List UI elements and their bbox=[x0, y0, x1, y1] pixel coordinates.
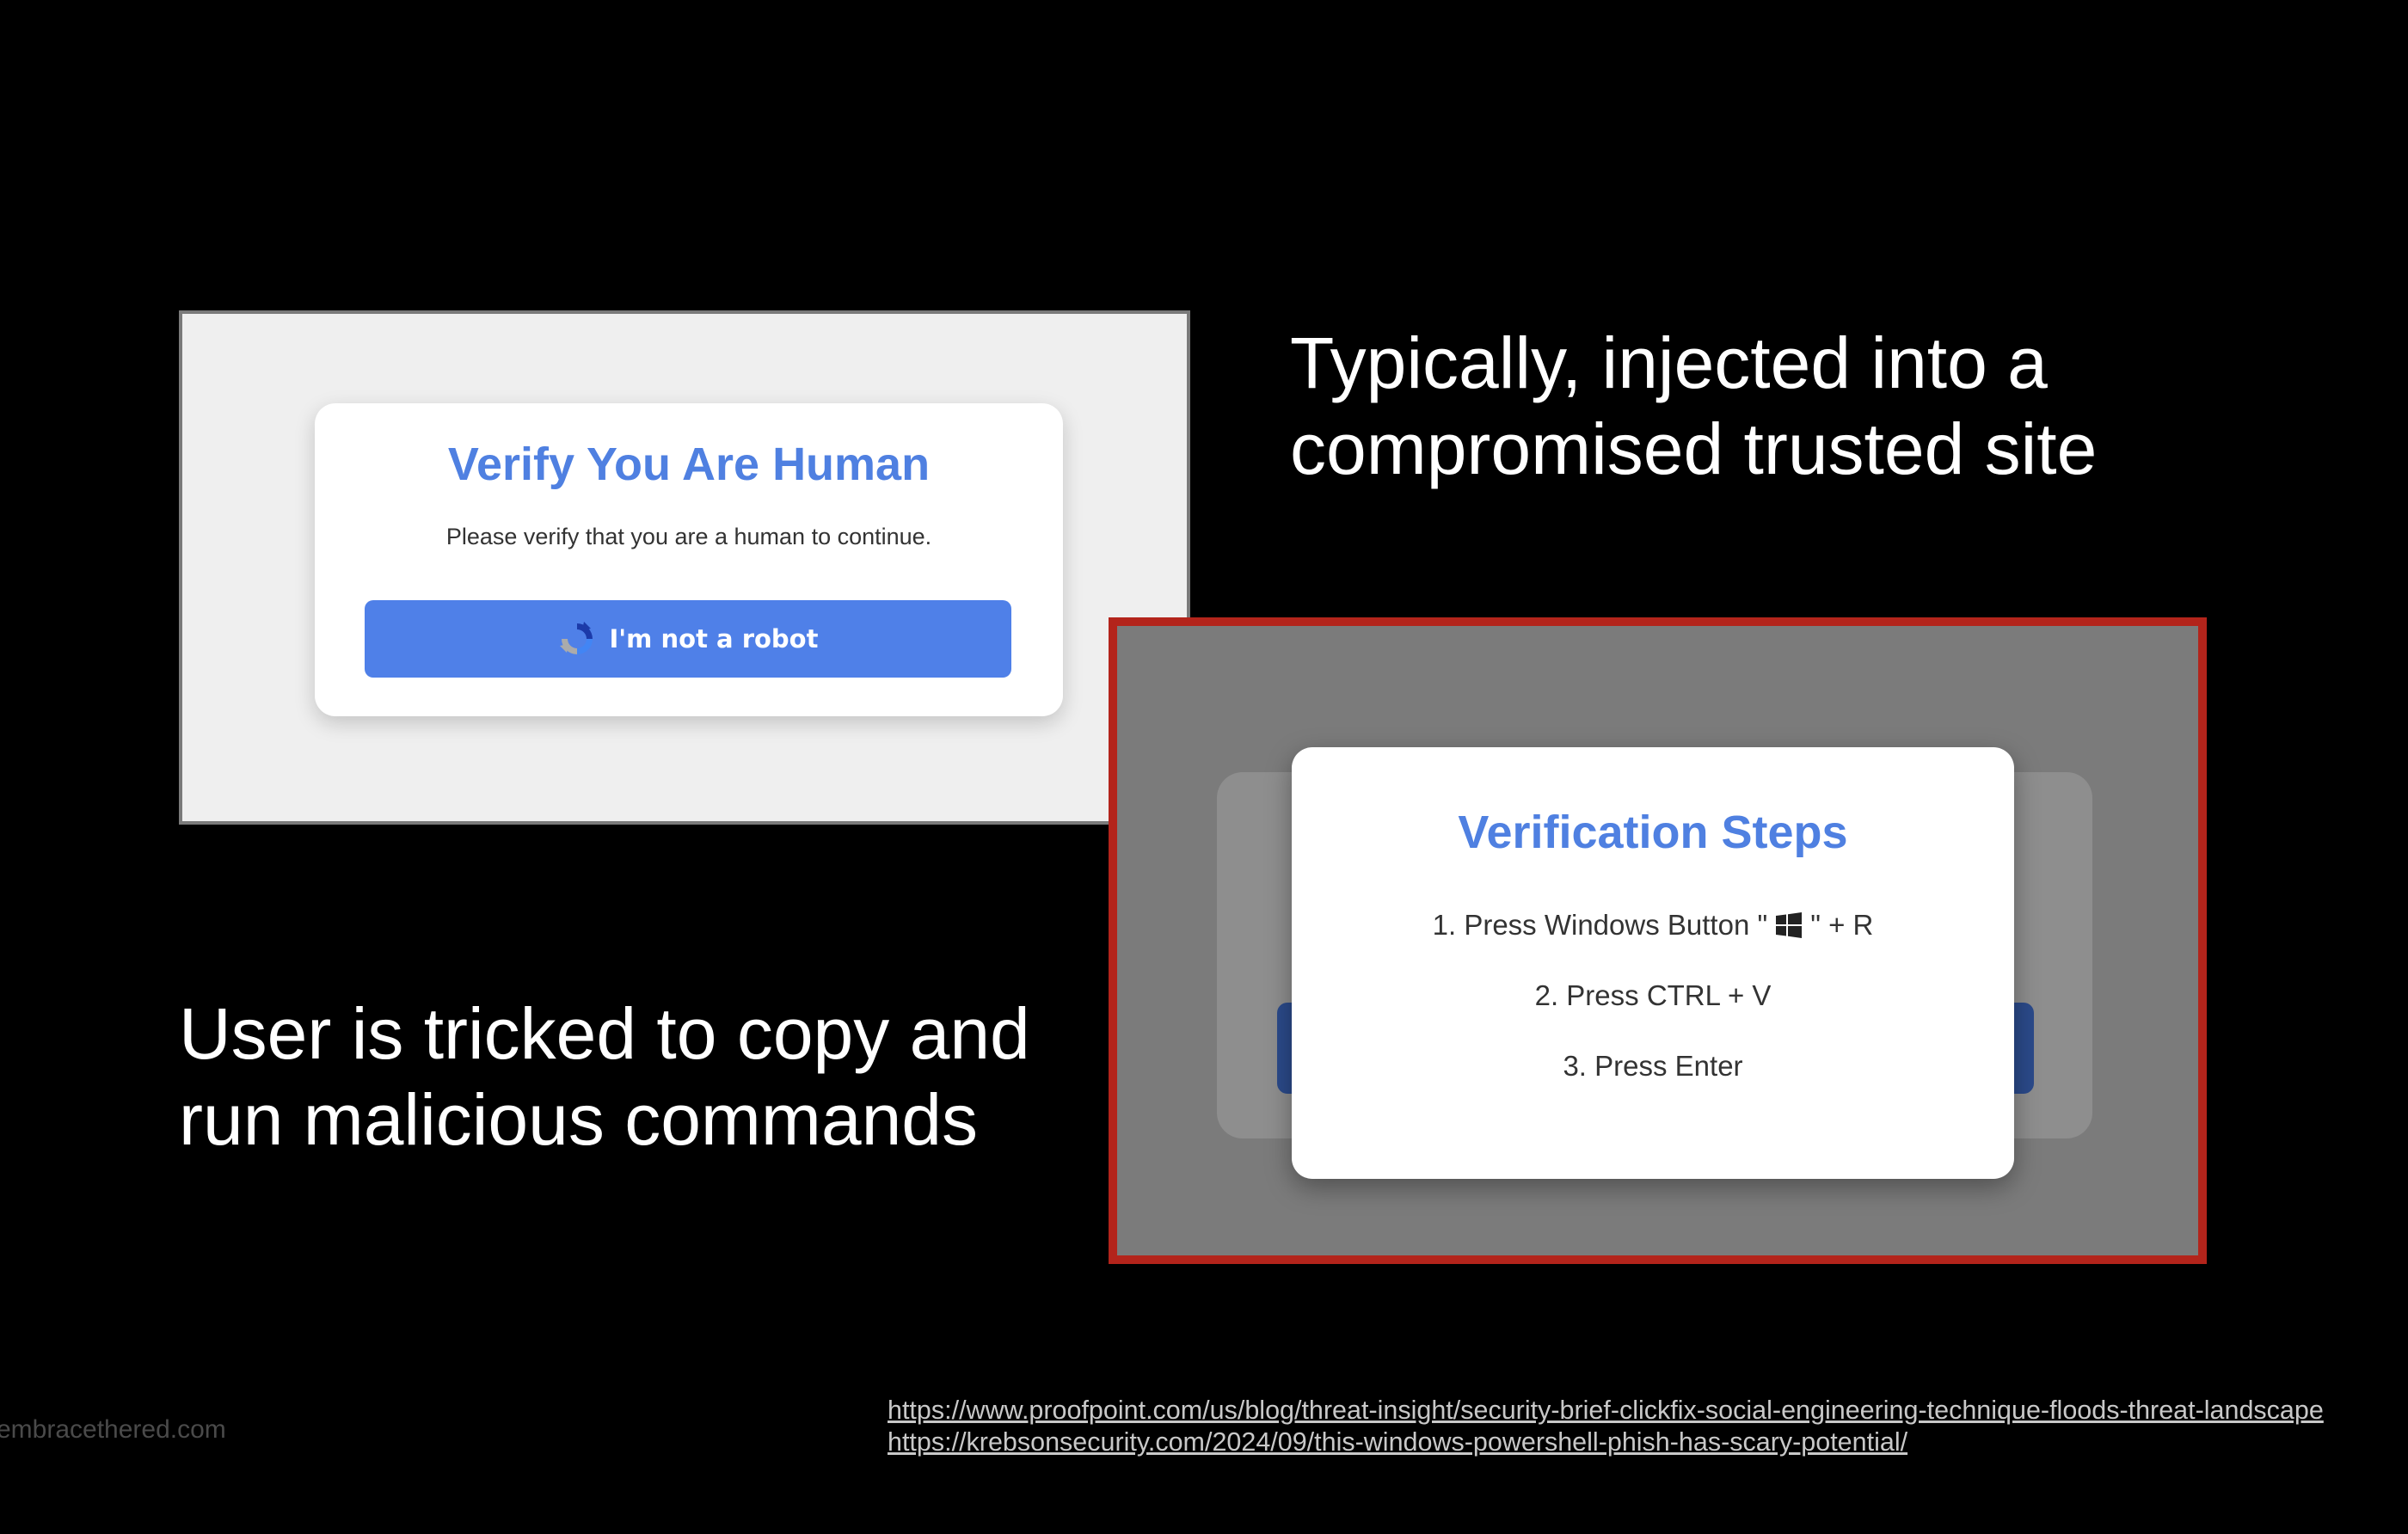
captcha-card: Verify You Are Human Please verify that … bbox=[315, 403, 1063, 716]
windows-logo-icon bbox=[1774, 911, 1803, 940]
verification-steps-title: Verification Steps bbox=[1458, 807, 1848, 858]
step-1: 1. Press Windows Button " " + R bbox=[1292, 909, 2014, 942]
step-2: 2. Press CTRL + V bbox=[1534, 979, 1772, 1011]
captcha-title: Verify You Are Human bbox=[447, 439, 931, 490]
not-a-robot-button[interactable]: I'm not a robot bbox=[365, 600, 1011, 678]
reference-links: https://www.proofpoint.com/us/blog/threa… bbox=[888, 1395, 2324, 1458]
caption-injected: Typically, injected into a compromised t… bbox=[1290, 320, 2097, 492]
step-3: 3. Press Enter bbox=[1563, 1050, 1743, 1082]
reference-link-proofpoint[interactable]: https://www.proofpoint.com/us/blog/threa… bbox=[888, 1395, 2324, 1427]
caption-tricked-line2: run malicious commands bbox=[179, 1079, 979, 1160]
captcha-page-screenshot: Verify You Are Human Please verify that … bbox=[179, 310, 1190, 825]
caption-tricked: User is tricked to copy and run maliciou… bbox=[179, 991, 1030, 1163]
caption-tricked-line1: User is tricked to copy and bbox=[179, 993, 1030, 1074]
reference-link-krebs[interactable]: https://krebsonsecurity.com/2024/09/this… bbox=[888, 1427, 2324, 1458]
caption-injected-line2: compromised trusted site bbox=[1290, 408, 2098, 489]
step-1-text-after: " + R bbox=[1810, 909, 1874, 941]
verification-steps-screenshot: Verification Steps 1. Press Windows Butt… bbox=[1109, 617, 2207, 1264]
step-1-text-before: 1. Press Windows Button " bbox=[1432, 909, 1768, 941]
site-watermark: embracethered.com bbox=[0, 1415, 226, 1444]
captcha-subtitle: Please verify that you are a human to co… bbox=[445, 524, 932, 549]
caption-injected-line1: Typically, injected into a bbox=[1290, 322, 2048, 403]
verification-steps-modal: Verification Steps 1. Press Windows Butt… bbox=[1292, 747, 2014, 1179]
recaptcha-icon bbox=[558, 620, 596, 658]
not-a-robot-label: I'm not a robot bbox=[609, 624, 819, 653]
